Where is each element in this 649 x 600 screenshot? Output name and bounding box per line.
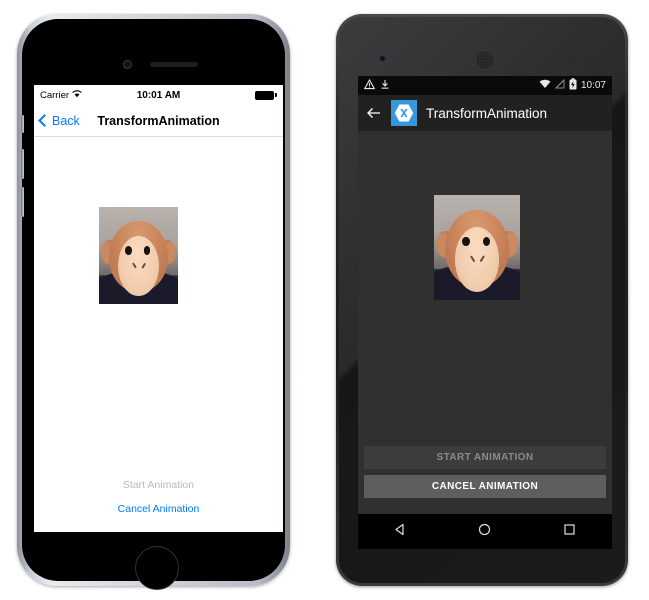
iphone-bezel: Carrier 10:01 AM Back TransformAnimation… bbox=[21, 19, 285, 590]
android-start-animation-button[interactable]: START ANIMATION bbox=[364, 446, 606, 469]
home-button[interactable] bbox=[135, 546, 179, 590]
screenshot-stage: Carrier 10:01 AM Back TransformAnimation… bbox=[0, 0, 649, 600]
light-sensor-icon bbox=[583, 57, 587, 61]
android-status-icons: 10:07 bbox=[539, 78, 606, 93]
nav-back-triangle-icon[interactable] bbox=[393, 522, 408, 542]
ios-screen: Carrier 10:01 AM Back TransformAnimation… bbox=[34, 85, 283, 532]
nav-home-circle-icon[interactable] bbox=[477, 522, 492, 542]
ios-cancel-animation-button[interactable]: Cancel Animation bbox=[34, 497, 283, 521]
android-app-bar: TransformAnimation bbox=[358, 95, 612, 131]
ios-status-bar: Carrier 10:01 AM bbox=[34, 85, 283, 105]
volume-up-button[interactable] bbox=[21, 149, 24, 179]
warning-triangle-icon bbox=[363, 78, 376, 93]
nav-recents-square-icon[interactable] bbox=[562, 522, 577, 542]
android-navigation-bar bbox=[358, 514, 612, 549]
monkey-image bbox=[99, 207, 178, 304]
silent-switch[interactable] bbox=[21, 115, 24, 133]
android-page-title: TransformAnimation bbox=[426, 105, 548, 121]
ios-navigation-bar: Back TransformAnimation bbox=[34, 105, 283, 137]
volume-down-button[interactable] bbox=[21, 187, 24, 217]
ios-start-animation-button[interactable]: Start Animation bbox=[34, 473, 283, 497]
monkey-image bbox=[434, 195, 520, 300]
download-icon bbox=[380, 79, 390, 93]
android-device-frame: 10:07 TransformAnimation START ANIMATION… bbox=[336, 14, 628, 586]
android-status-bar: 10:07 bbox=[358, 76, 612, 95]
earpiece-speaker-icon bbox=[475, 50, 495, 70]
earpiece-speaker-icon bbox=[150, 62, 198, 67]
wifi-icon bbox=[539, 79, 551, 92]
ios-content-area: Start Animation Cancel Animation bbox=[34, 137, 283, 532]
android-clock: 10:07 bbox=[580, 80, 606, 91]
iphone-device-frame: Carrier 10:01 AM Back TransformAnimation… bbox=[17, 14, 290, 590]
front-camera-icon bbox=[379, 55, 386, 62]
signal-off-icon bbox=[554, 78, 565, 92]
android-cancel-animation-button[interactable]: CANCEL ANIMATION bbox=[364, 475, 606, 498]
xamarin-logo-icon bbox=[391, 100, 417, 126]
front-camera-icon bbox=[123, 60, 132, 69]
android-bezel: 10:07 TransformAnimation START ANIMATION… bbox=[339, 17, 625, 583]
android-content-area: START ANIMATION CANCEL ANIMATION bbox=[358, 131, 612, 511]
ios-clock: 10:01 AM bbox=[136, 89, 181, 101]
android-screen: 10:07 TransformAnimation START ANIMATION… bbox=[358, 76, 612, 549]
ios-button-group: Start Animation Cancel Animation bbox=[34, 473, 283, 521]
arrow-back-icon[interactable] bbox=[366, 105, 382, 121]
proximity-sensor-icon bbox=[571, 57, 575, 61]
ios-page-title: TransformAnimation bbox=[97, 113, 220, 128]
battery-charging-icon bbox=[569, 78, 577, 93]
